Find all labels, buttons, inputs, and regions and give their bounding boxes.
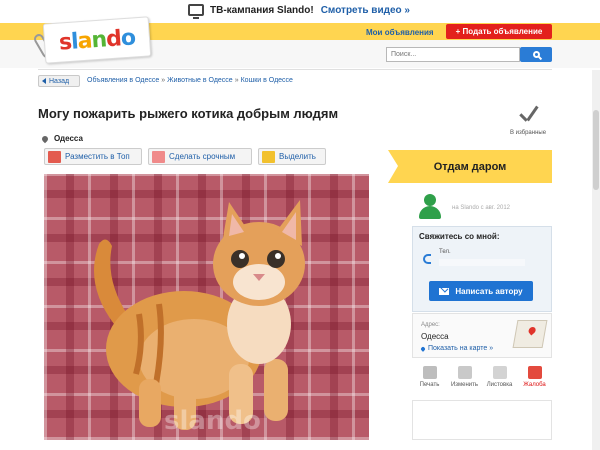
highlighter-icon xyxy=(262,150,275,163)
search-button[interactable] xyxy=(520,47,552,62)
seller-since: на Slando с авг. 2012 xyxy=(452,205,510,211)
top-icon xyxy=(48,150,61,163)
user-icon xyxy=(424,194,436,206)
search-icon xyxy=(532,51,540,58)
checkmark-icon xyxy=(517,105,539,127)
make-urgent-button[interactable]: Сделать срочным xyxy=(148,148,252,165)
promote-top-button[interactable]: Разместить в Топ xyxy=(44,148,142,165)
watch-video-link[interactable]: Смотреть видео » xyxy=(321,5,410,16)
edit-button[interactable]: Изменить xyxy=(450,364,480,398)
address-label: Адрес: xyxy=(421,322,440,328)
back-arrow-icon xyxy=(42,78,46,84)
back-label: Назад xyxy=(49,77,70,85)
urgent-icon xyxy=(152,150,165,163)
address-box: Адрес: Одесса Показать на карте » xyxy=(412,313,552,358)
ad-photo[interactable]: slando xyxy=(44,174,369,440)
my-ads-link[interactable]: Мои объявления xyxy=(366,28,434,37)
map-icon[interactable] xyxy=(512,320,548,348)
contact-title: Свяжитесь со мной: xyxy=(419,232,500,241)
contact-box: Свяжитесь со мной: Тел. Написать автору xyxy=(412,226,552,312)
ad-location: Одесса xyxy=(40,134,83,143)
show-on-map-link[interactable]: Показать на карте » xyxy=(420,345,494,352)
breadcrumb-separator: » xyxy=(234,77,239,84)
highlight-button[interactable]: Выделить xyxy=(258,148,326,165)
write-author-label: Написать автору xyxy=(455,286,523,296)
logo-text: slando xyxy=(58,24,136,56)
sidebar-bottom-box xyxy=(412,400,552,440)
map-pin-icon xyxy=(420,345,426,352)
back-button[interactable]: Назад xyxy=(38,75,80,87)
flyer-icon xyxy=(492,366,507,379)
edit-label: Изменить xyxy=(450,382,479,388)
make-urgent-label: Сделать срочным xyxy=(169,152,236,161)
phone-icon xyxy=(423,254,431,264)
breadcrumb: Объявления в Одессе » Животные в Одессе … xyxy=(87,77,293,84)
phone-number-hidden[interactable] xyxy=(439,259,525,266)
phone-label: Тел. xyxy=(439,249,451,255)
scroll-thumb[interactable] xyxy=(593,110,599,190)
write-author-button[interactable]: Написать автору xyxy=(429,281,533,301)
print-label: Печать xyxy=(419,382,440,388)
free-badge: Отдам даром xyxy=(388,150,552,183)
highlight-label: Выделить xyxy=(279,152,316,161)
search-input[interactable] xyxy=(386,47,520,62)
location-pin-icon xyxy=(40,134,50,143)
flag-icon xyxy=(527,366,542,379)
ad-tools: Печать Изменить Листовка Жалоба xyxy=(412,364,552,398)
location-text: Одесса xyxy=(54,134,83,143)
report-label: Жалоба xyxy=(523,382,546,388)
breadcrumb-item-animals[interactable]: Животные в Одессе xyxy=(167,77,233,84)
promote-top-label: Разместить в Топ xyxy=(65,152,130,161)
report-button[interactable]: Жалоба xyxy=(520,364,550,398)
promo-text: ТВ-кампания Slando! xyxy=(210,4,314,16)
page-scrollbar[interactable] xyxy=(592,70,600,450)
envelope-icon xyxy=(439,287,450,295)
address-city: Одесса xyxy=(421,332,449,341)
print-button[interactable]: Печать xyxy=(415,364,445,398)
slando-logo[interactable]: slando xyxy=(42,16,152,64)
show-on-map-label: Показать на карте » xyxy=(428,345,494,352)
printer-icon xyxy=(422,366,437,379)
breadcrumb-item-cats[interactable]: Кошки в Одессе xyxy=(241,77,293,84)
header-divider xyxy=(38,69,552,70)
ad-title: Могу пожарить рыжего котика добрым людям xyxy=(38,106,339,121)
flyer-label: Листовка xyxy=(486,382,513,388)
flyer-button[interactable]: Листовка xyxy=(485,364,515,398)
photo-watermark: slando xyxy=(164,406,261,436)
breadcrumb-separator: » xyxy=(161,77,166,84)
post-ad-button[interactable]: + Подать объявление xyxy=(446,24,552,39)
badge-notch xyxy=(388,150,398,183)
pencil-icon xyxy=(457,366,472,379)
site-header: slando Мои объявления + Подать объявлени… xyxy=(0,16,600,68)
favorite-button[interactable]: В избранные xyxy=(508,105,548,136)
kitten-image xyxy=(94,200,305,430)
tv-icon xyxy=(188,4,204,19)
seller-avatar[interactable] xyxy=(417,194,443,220)
breadcrumb-item-ads[interactable]: Объявления в Одессе xyxy=(87,77,159,84)
favorite-label: В избранные xyxy=(509,130,547,136)
